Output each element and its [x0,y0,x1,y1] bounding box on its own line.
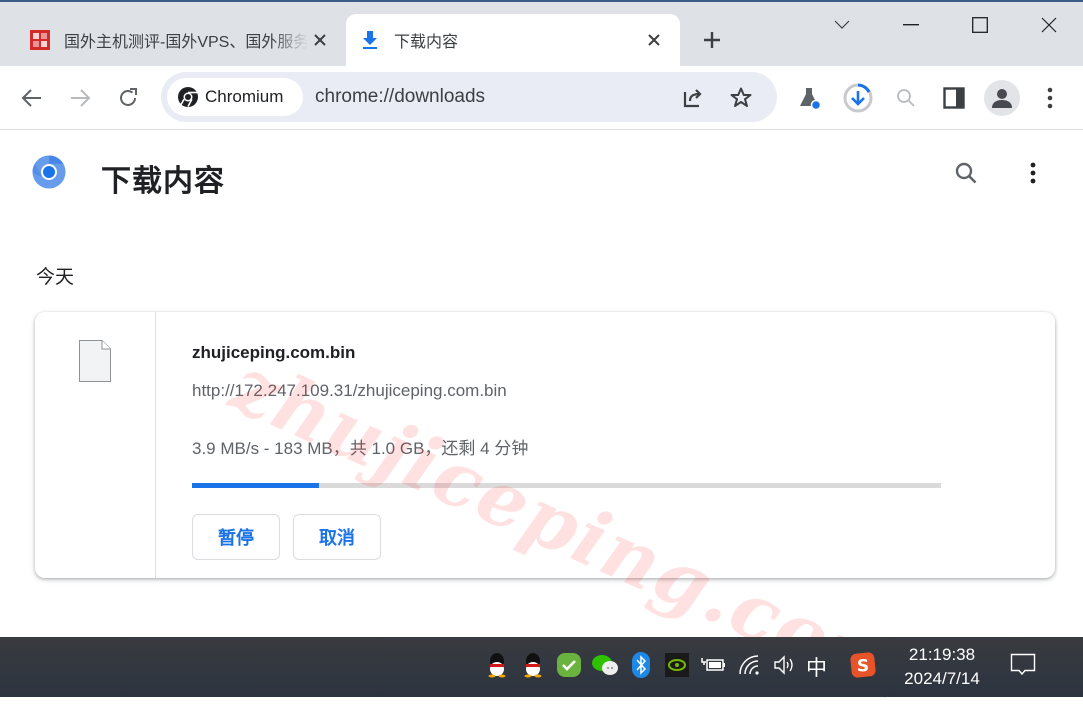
tab-title: 下载内容 [394,34,459,51]
windows-taskbar: 中 S 21:19:38 2024/7/14 [0,637,1083,697]
zoom-icon [897,89,915,107]
browser-toolbar: Chromium chrome://downloads [0,66,1083,130]
url-text[interactable]: chrome://downloads [315,86,485,108]
share-icon [683,89,702,108]
download-item-card: zhujiceping.com.bin http://172.247.109.3… [35,312,1055,578]
bookmark-star-icon [730,87,752,107]
downloads-more-button[interactable] [1015,155,1051,191]
chromium-logo-icon [32,155,66,194]
downloads-header: 下载内容 [0,131,1083,217]
volume-icon[interactable] [771,651,799,679]
side-panel-icon [943,87,965,109]
side-panel-button[interactable] [936,80,972,116]
back-button[interactable] [14,80,50,116]
qq-icon[interactable] [519,651,547,679]
download-status: 3.9 MB/s - 183 MB，共 1.0 GB，还剩 4 分钟 [192,439,529,458]
notification-center-button[interactable] [1010,653,1036,682]
chip-label: Chromium [205,87,284,106]
maximize-button[interactable] [960,10,1000,40]
more-vert-icon [1030,162,1036,184]
forward-button[interactable] [62,80,98,116]
minimize-icon [903,24,919,26]
labs-flask-icon [800,88,822,111]
bluetooth-icon[interactable] [627,651,655,679]
system-clock[interactable]: 21:19:38 2024/7/14 [894,643,990,691]
qq-icon[interactable] [483,651,511,679]
file-icon [79,340,111,387]
reload-button[interactable] [110,80,146,116]
chromium-icon [178,87,198,108]
reload-icon [120,88,137,106]
tab-strip: 国外主机测评-国外VPS、国外服务器 下载内容 [0,0,1083,66]
search-downloads-button[interactable] [948,155,984,191]
file-name-link[interactable]: zhujiceping.com.bin [192,343,355,363]
input-method-indicator[interactable]: 中 [806,652,827,682]
security-check-icon[interactable] [555,651,583,679]
download-icon [358,28,382,52]
plus-icon [704,32,720,48]
minimize-button[interactable] [891,10,931,40]
pause-button[interactable]: 暂停 [192,514,280,560]
sogou-ime-icon[interactable]: S [849,651,877,679]
chevron-down-icon [834,20,850,29]
tab-downloads[interactable]: 下载内容 [346,14,680,66]
date-section-label: 今天 [36,267,75,288]
battery-charging-icon[interactable] [699,651,727,679]
nvidia-icon[interactable] [663,651,691,679]
cancel-button[interactable]: 取消 [293,514,381,560]
site-info-chip[interactable]: Chromium [167,78,303,116]
card-divider [155,312,156,578]
downloads-button[interactable] [840,80,876,116]
labs-button[interactable] [792,80,828,116]
close-tab-icon[interactable] [642,28,666,52]
site-seal-icon [28,28,52,52]
tab-title: 国外主机测评-国外VPS、国外服务器 [64,34,308,51]
close-tab-icon[interactable] [308,28,332,52]
download-progress-bar [192,483,941,488]
back-icon [21,89,41,107]
wechat-icon[interactable] [591,651,619,679]
zoom-button[interactable] [888,80,924,116]
page-title: 下载内容 [101,165,225,198]
profile-button[interactable] [984,80,1020,116]
close-window-button[interactable] [1029,10,1069,40]
omnibox[interactable]: Chromium chrome://downloads [161,72,777,122]
menu-kebab-icon [1047,87,1053,109]
file-source-url[interactable]: http://172.247.109.31/zhujiceping.com.bi… [192,381,507,401]
download-progress-icon [843,83,873,113]
clock-date: 2024/7/14 [904,669,980,688]
svg-text:S: S [857,657,869,677]
bookmark-button[interactable] [727,84,755,112]
maximize-icon [972,17,988,33]
download-progress-fill [192,483,320,488]
forward-icon [71,89,91,107]
tab-zhujiceping[interactable]: 国外主机测评-国外VPS、国外服务器 [16,14,346,66]
profile-avatar-icon [992,89,1012,108]
clock-time: 21:19:38 [908,645,976,664]
new-tab-button[interactable] [698,26,726,54]
tab-search-button[interactable] [822,10,862,40]
share-button[interactable] [679,84,707,112]
browser-menu-button[interactable] [1032,80,1068,116]
close-icon [1041,17,1057,33]
window-top-border [0,0,1083,2]
search-icon [955,162,977,184]
wifi-icon[interactable] [736,651,764,679]
notification-icon [1010,653,1036,676]
